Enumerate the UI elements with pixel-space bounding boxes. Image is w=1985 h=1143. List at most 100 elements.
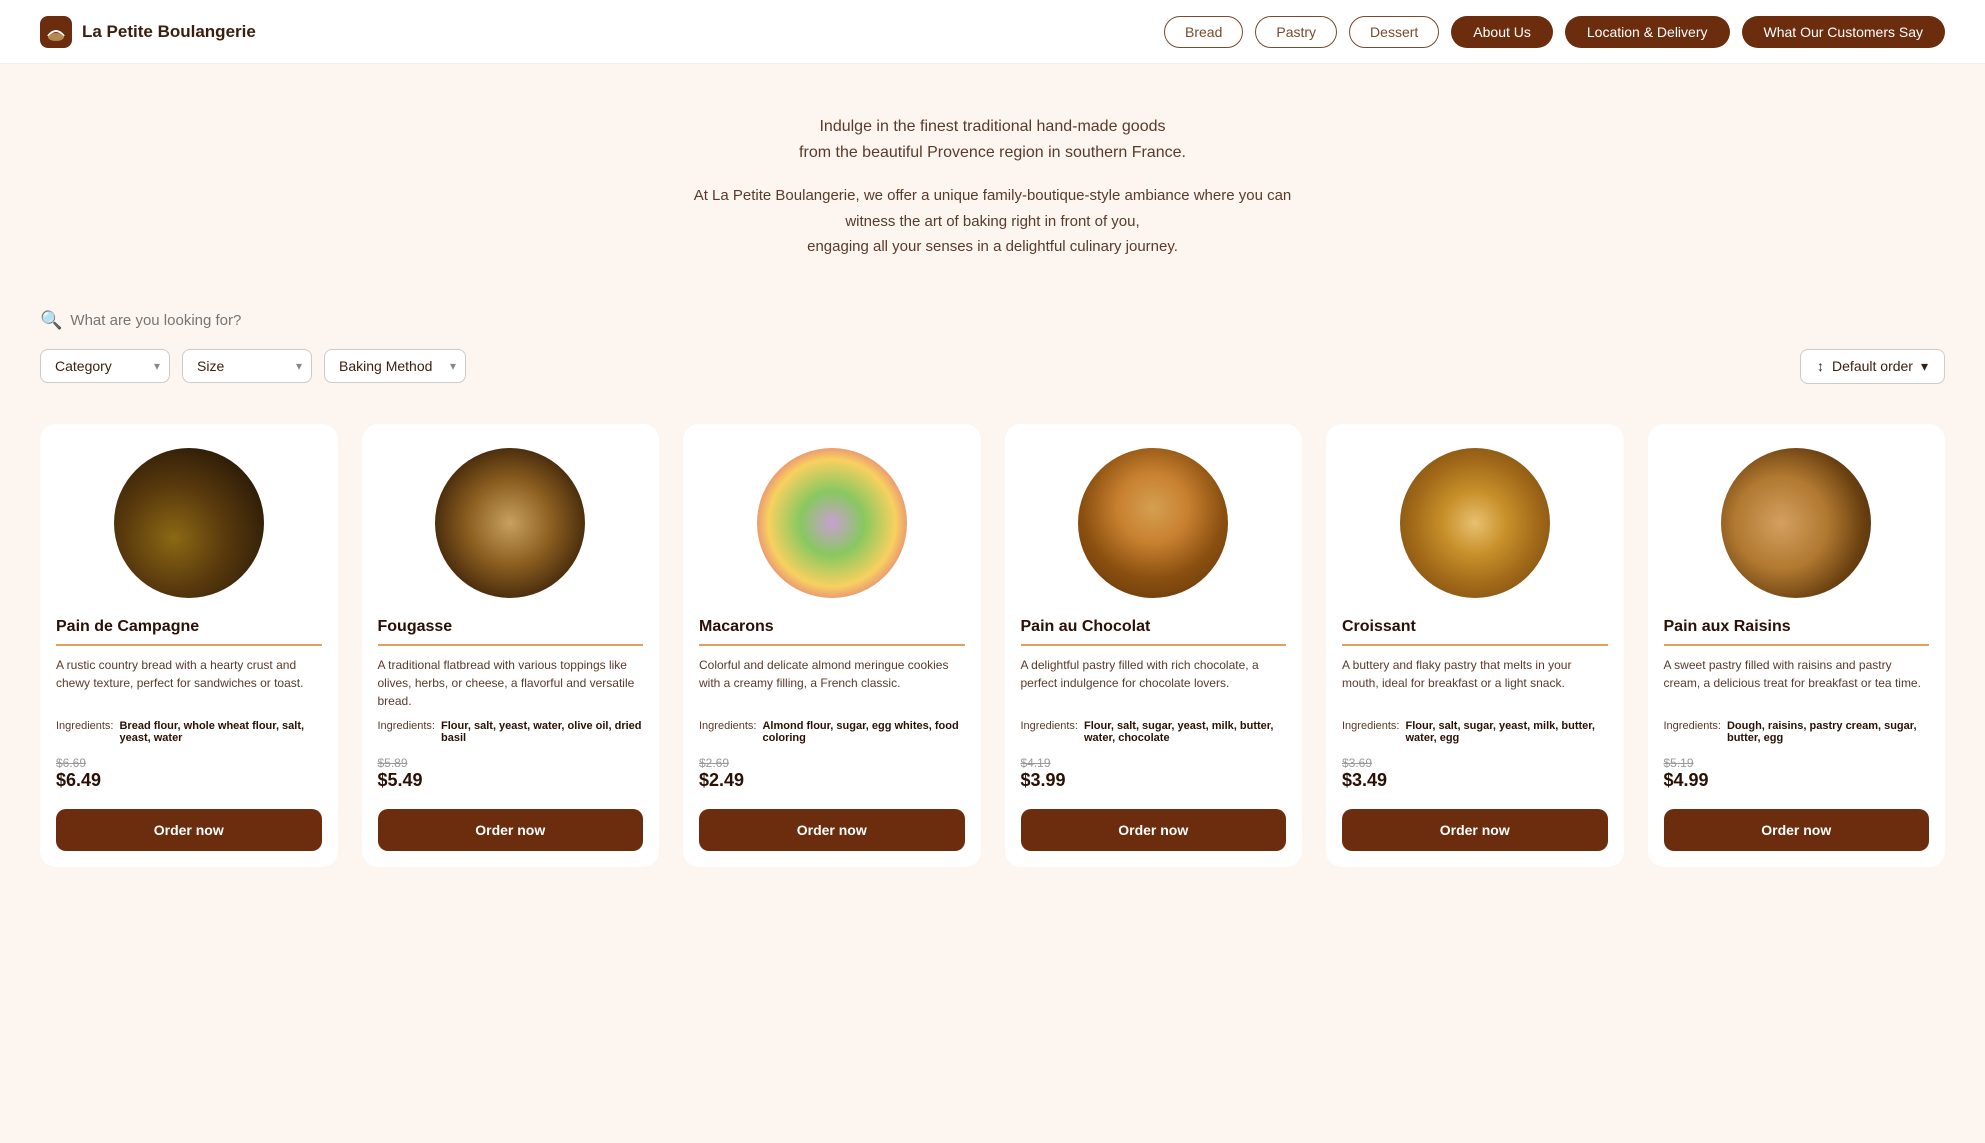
product-ingredients-pain-au-chocolat: Ingredients: Flour, salt, sugar, yeast, … bbox=[1005, 710, 1303, 750]
baking-method-filter[interactable]: Baking Method Wood Fire Oven Stone bbox=[324, 349, 466, 383]
product-divider bbox=[1664, 644, 1930, 646]
order-button-pain-au-chocolat[interactable]: Order now bbox=[1021, 809, 1287, 851]
sort-icon: ↕ bbox=[1817, 358, 1824, 374]
ingredients-label: Ingredients: bbox=[1664, 720, 1721, 744]
order-button-pain-aux-raisins[interactable]: Order now bbox=[1664, 809, 1930, 851]
product-divider bbox=[1021, 644, 1287, 646]
ingredients-value: Flour, salt, yeast, water, olive oil, dr… bbox=[441, 720, 643, 744]
baking-method-filter-wrap: Baking Method Wood Fire Oven Stone bbox=[324, 349, 466, 383]
product-price-macarons: $2.69 $2.49 bbox=[683, 750, 981, 801]
price-old-pain-de-campagne: $6.69 bbox=[56, 756, 322, 770]
product-price-fougasse: $5.89 $5.49 bbox=[362, 750, 660, 801]
product-image-wrap bbox=[1326, 424, 1624, 610]
product-ingredients-macarons: Ingredients: Almond flour, sugar, egg wh… bbox=[683, 710, 981, 750]
ingredients-value: Flour, salt, sugar, yeast, milk, butter,… bbox=[1084, 720, 1286, 744]
product-card-fougasse: Fougasse A traditional flatbread with va… bbox=[362, 424, 660, 867]
price-old-croissant: $3.69 bbox=[1342, 756, 1608, 770]
product-image-wrap bbox=[40, 424, 338, 610]
product-description-fougasse: A traditional flatbread with various top… bbox=[362, 656, 660, 710]
sort-label: Default order bbox=[1832, 358, 1913, 374]
product-image-wrap bbox=[683, 424, 981, 610]
price-new-pain-aux-raisins: $4.99 bbox=[1664, 770, 1930, 791]
product-image-wrap bbox=[1005, 424, 1303, 610]
ingredients-value: Bread flour, whole wheat flour, salt, ye… bbox=[119, 720, 321, 744]
filter-row: Category Bread Pastry Dessert Size Small… bbox=[40, 349, 1945, 384]
product-name-croissant: Croissant bbox=[1326, 610, 1624, 640]
price-old-fougasse: $5.89 bbox=[378, 756, 644, 770]
price-old-pain-aux-raisins: $5.19 bbox=[1664, 756, 1930, 770]
product-price-pain-aux-raisins: $5.19 $4.99 bbox=[1648, 750, 1946, 801]
product-price-croissant: $3.69 $3.49 bbox=[1326, 750, 1624, 801]
category-filter-wrap: Category Bread Pastry Dessert bbox=[40, 349, 170, 383]
price-new-macarons: $2.49 bbox=[699, 770, 965, 791]
order-button-pain-de-campagne[interactable]: Order now bbox=[56, 809, 322, 851]
hero-tagline: Indulge in the finest traditional hand-m… bbox=[40, 114, 1945, 165]
product-divider bbox=[56, 644, 322, 646]
price-new-pain-au-chocolat: $3.99 bbox=[1021, 770, 1287, 791]
sort-chevron-icon: ▾ bbox=[1921, 358, 1928, 375]
ingredients-value: Dough, raisins, pastry cream, sugar, but… bbox=[1727, 720, 1929, 744]
product-divider bbox=[378, 644, 644, 646]
product-description-croissant: A buttery and flaky pastry that melts in… bbox=[1326, 656, 1624, 710]
product-card-pain-de-campagne: Pain de Campagne A rustic country bread … bbox=[40, 424, 338, 867]
order-button-fougasse[interactable]: Order now bbox=[378, 809, 644, 851]
order-button-croissant[interactable]: Order now bbox=[1342, 809, 1608, 851]
product-card-pain-aux-raisins: Pain aux Raisins A sweet pastry filled w… bbox=[1648, 424, 1946, 867]
product-name-macarons: Macarons bbox=[683, 610, 981, 640]
price-new-pain-de-campagne: $6.49 bbox=[56, 770, 322, 791]
product-card-pain-au-chocolat: Pain au Chocolat A delightful pastry fil… bbox=[1005, 424, 1303, 867]
product-description-macarons: Colorful and delicate almond meringue co… bbox=[683, 656, 981, 710]
product-image-pain-aux-raisins bbox=[1721, 448, 1871, 598]
product-price-pain-au-chocolat: $4.19 $3.99 bbox=[1005, 750, 1303, 801]
product-image-wrap bbox=[1648, 424, 1946, 610]
product-image-macarons bbox=[757, 448, 907, 598]
navbar: La Petite Boulangerie Bread Pastry Desse… bbox=[0, 0, 1985, 64]
product-card-croissant: Croissant A buttery and flaky pastry tha… bbox=[1326, 424, 1624, 867]
product-divider bbox=[1342, 644, 1608, 646]
price-new-croissant: $3.49 bbox=[1342, 770, 1608, 791]
ingredients-value: Flour, salt, sugar, yeast, milk, butter,… bbox=[1405, 720, 1607, 744]
product-ingredients-croissant: Ingredients: Flour, salt, sugar, yeast, … bbox=[1326, 710, 1624, 750]
products-grid: Pain de Campagne A rustic country bread … bbox=[0, 394, 1985, 907]
nav-dessert[interactable]: Dessert bbox=[1349, 16, 1439, 48]
nav-bread[interactable]: Bread bbox=[1164, 16, 1243, 48]
product-ingredients-fougasse: Ingredients: Flour, salt, yeast, water, … bbox=[362, 710, 660, 750]
product-name-pain-de-campagne: Pain de Campagne bbox=[40, 610, 338, 640]
price-new-fougasse: $5.49 bbox=[378, 770, 644, 791]
product-name-pain-aux-raisins: Pain aux Raisins bbox=[1648, 610, 1946, 640]
sort-button[interactable]: ↕ Default order ▾ bbox=[1800, 349, 1945, 384]
ingredients-label: Ingredients: bbox=[1021, 720, 1078, 744]
ingredients-label: Ingredients: bbox=[1342, 720, 1399, 744]
product-divider bbox=[699, 644, 965, 646]
nav-customers-say[interactable]: What Our Customers Say bbox=[1742, 16, 1946, 48]
hero-description: At La Petite Boulangerie, we offer a uni… bbox=[683, 183, 1303, 260]
filter-left: Category Bread Pastry Dessert Size Small… bbox=[40, 349, 466, 383]
hero-section: Indulge in the finest traditional hand-m… bbox=[0, 64, 1985, 290]
search-input[interactable] bbox=[70, 312, 350, 329]
product-image-croissant bbox=[1400, 448, 1550, 598]
product-description-pain-de-campagne: A rustic country bread with a hearty cru… bbox=[40, 656, 338, 710]
search-row: 🔍 bbox=[40, 310, 1945, 331]
brand[interactable]: La Petite Boulangerie bbox=[40, 16, 256, 48]
nav-links: Bread Pastry Dessert About Us Location &… bbox=[1164, 16, 1945, 48]
size-filter[interactable]: Size Small Medium Large bbox=[182, 349, 312, 383]
nav-pastry[interactable]: Pastry bbox=[1255, 16, 1337, 48]
brand-icon bbox=[40, 16, 72, 48]
nav-about-us[interactable]: About Us bbox=[1451, 16, 1553, 48]
ingredients-label: Ingredients: bbox=[56, 720, 113, 744]
search-icon: 🔍 bbox=[40, 310, 62, 331]
ingredients-value: Almond flour, sugar, egg whites, food co… bbox=[762, 720, 964, 744]
product-image-pain-de-campagne bbox=[114, 448, 264, 598]
product-name-fougasse: Fougasse bbox=[362, 610, 660, 640]
product-card-macarons: Macarons Colorful and delicate almond me… bbox=[683, 424, 981, 867]
product-description-pain-au-chocolat: A delightful pastry filled with rich cho… bbox=[1005, 656, 1303, 710]
order-button-macarons[interactable]: Order now bbox=[699, 809, 965, 851]
product-image-fougasse bbox=[435, 448, 585, 598]
price-old-pain-au-chocolat: $4.19 bbox=[1021, 756, 1287, 770]
brand-name: La Petite Boulangerie bbox=[82, 22, 256, 42]
category-filter[interactable]: Category Bread Pastry Dessert bbox=[40, 349, 170, 383]
price-old-macarons: $2.69 bbox=[699, 756, 965, 770]
nav-location-delivery[interactable]: Location & Delivery bbox=[1565, 16, 1730, 48]
product-price-pain-de-campagne: $6.69 $6.49 bbox=[40, 750, 338, 801]
product-ingredients-pain-de-campagne: Ingredients: Bread flour, whole wheat fl… bbox=[40, 710, 338, 750]
